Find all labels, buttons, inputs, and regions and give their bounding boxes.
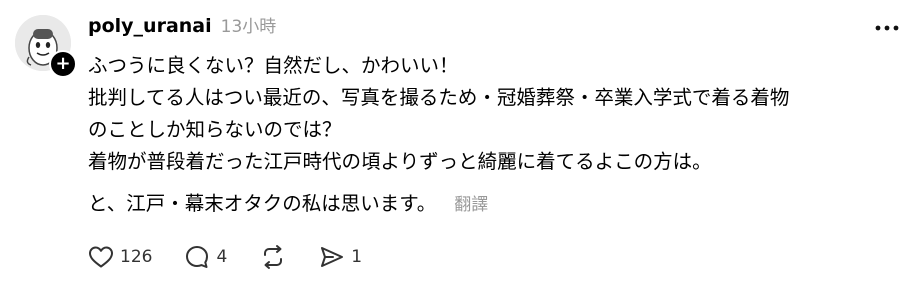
like-count: 126 <box>120 247 153 267</box>
comment-bubble-icon <box>186 246 209 268</box>
like-button[interactable]: 126 <box>88 245 152 269</box>
username[interactable]: poly_uranai <box>88 15 212 37</box>
share-button[interactable]: 1 <box>319 245 362 269</box>
timestamp: 13小時 <box>220 17 277 37</box>
repost-button[interactable] <box>259 244 287 270</box>
post-body-line: のことしか知らないのでは？ <box>88 118 342 141</box>
closing-text: と、江戸・幕末オタクの私は思います。 <box>88 192 437 215</box>
more-dots-icon <box>875 25 899 31</box>
action-bar: 126 4 1 <box>88 243 394 271</box>
repost-icon <box>264 245 283 269</box>
post-body: ふつうに良くない？自然だし、かわいい！ 批判してる人はつい最近の、写真を撮るため… <box>88 50 903 221</box>
more-options-button[interactable] <box>873 20 901 34</box>
post-closing-line: と、江戸・幕末オタクの私は思います。 翻譯 <box>88 188 903 221</box>
reply-count: 4 <box>216 247 228 267</box>
heart-icon <box>89 246 113 268</box>
post-header: poly_uranai 13小時 <box>88 12 276 40</box>
translate-link[interactable]: 翻譯 <box>454 195 488 215</box>
post-body-line: 批判してる人はつい最近の、写真を撮るため・冠婚葬祭・卒業入学式で着る着物 <box>88 86 790 109</box>
follow-plus-icon[interactable]: + <box>49 50 77 78</box>
post-body-line: 着物が普段着だった江戸時代の頃よりずっと綺麗に着てるよこの方は。 <box>88 150 712 173</box>
post-body-line: ふつうに良くない？自然だし、かわいい！ <box>88 54 459 77</box>
send-icon <box>321 247 344 267</box>
reply-button[interactable]: 4 <box>184 244 227 270</box>
thread-post: + poly_uranai 13小時 ふつうに良くない？自然だし、かわいい！ 批… <box>0 0 920 284</box>
share-count: 1 <box>351 247 363 267</box>
